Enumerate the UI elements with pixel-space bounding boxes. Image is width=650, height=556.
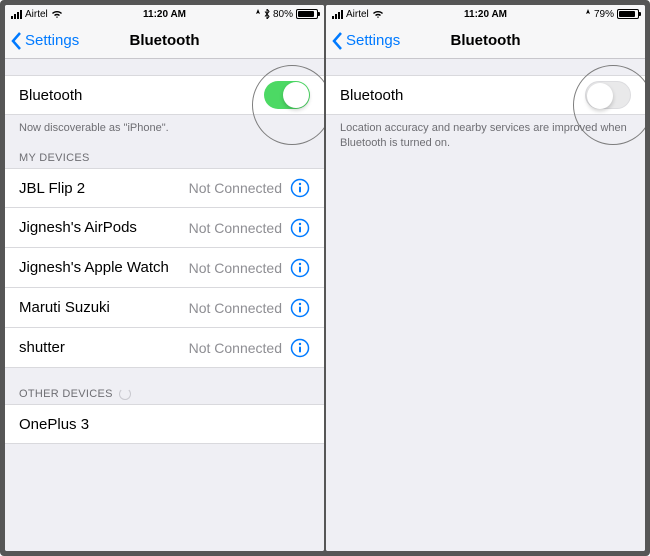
device-status: Not Connected [189, 340, 282, 356]
bluetooth-off-note: Location accuracy and nearby services ar… [326, 115, 645, 162]
clock: 11:20 AM [143, 9, 186, 20]
device-row[interactable]: JBL Flip 2 Not Connected [5, 168, 324, 208]
chevron-left-icon [11, 32, 22, 50]
info-icon [290, 338, 310, 358]
bluetooth-label: Bluetooth [19, 87, 264, 104]
info-icon [290, 218, 310, 238]
device-status: Not Connected [189, 220, 282, 236]
phone-screen-bluetooth-off: Airtel 11:20 AM 79% Settings Bluetooth [326, 5, 645, 551]
device-name: Jignesh's Apple Watch [19, 259, 189, 276]
device-name: OnePlus 3 [19, 416, 310, 433]
phone-screen-bluetooth-on: Airtel 11:20 AM 80% Settings Bluetooth [5, 5, 324, 551]
device-name: Jignesh's AirPods [19, 219, 189, 236]
spinner-icon [119, 388, 131, 400]
nav-bar: Settings Bluetooth [326, 23, 645, 59]
carrier-label: Airtel [25, 9, 48, 20]
info-icon [290, 258, 310, 278]
carrier-label: Airtel [346, 9, 369, 20]
bluetooth-toggle-cell[interactable]: Bluetooth [5, 75, 324, 115]
back-label: Settings [346, 32, 400, 49]
bluetooth-switch[interactable] [585, 81, 631, 109]
device-row[interactable]: Jignesh's AirPods Not Connected [5, 208, 324, 248]
battery-icon [617, 9, 639, 19]
device-name: JBL Flip 2 [19, 180, 189, 197]
signal-icon [11, 10, 22, 19]
device-name: Maruti Suzuki [19, 299, 189, 316]
signal-icon [332, 10, 343, 19]
other-devices-label: OTHER DEVICES [19, 388, 113, 400]
bluetooth-switch[interactable] [264, 81, 310, 109]
info-button[interactable] [290, 298, 310, 318]
device-row[interactable]: Maruti Suzuki Not Connected [5, 288, 324, 328]
page-title: Bluetooth [130, 32, 200, 49]
navigation-icon [255, 9, 261, 19]
info-icon [290, 178, 310, 198]
bluetooth-label: Bluetooth [340, 87, 585, 104]
content-area: Bluetooth Now discoverable as "iPhone". … [5, 59, 324, 551]
info-button[interactable] [290, 258, 310, 278]
chevron-left-icon [332, 32, 343, 50]
wifi-icon [372, 10, 384, 19]
bluetooth-icon [264, 9, 270, 19]
info-icon [290, 298, 310, 318]
status-bar: Airtel 11:20 AM 80% [5, 5, 324, 23]
wifi-icon [51, 10, 63, 19]
device-row[interactable]: shutter Not Connected [5, 328, 324, 368]
device-status: Not Connected [189, 180, 282, 196]
back-button[interactable]: Settings [326, 32, 400, 50]
bluetooth-toggle-cell[interactable]: Bluetooth [326, 75, 645, 115]
other-devices-header: OTHER DEVICES [5, 368, 324, 404]
back-label: Settings [25, 32, 79, 49]
back-button[interactable]: Settings [5, 32, 79, 50]
battery-icon [296, 9, 318, 19]
other-device-row[interactable]: OnePlus 3 [5, 404, 324, 444]
nav-bar: Settings Bluetooth [5, 23, 324, 59]
discoverable-note: Now discoverable as "iPhone". [5, 115, 324, 146]
device-name: shutter [19, 339, 189, 356]
device-row[interactable]: Jignesh's Apple Watch Not Connected [5, 248, 324, 288]
info-button[interactable] [290, 218, 310, 238]
status-bar: Airtel 11:20 AM 79% [326, 5, 645, 23]
battery-percent: 80% [273, 9, 293, 20]
device-status: Not Connected [189, 300, 282, 316]
navigation-icon [585, 9, 591, 19]
content-area: Bluetooth Location accuracy and nearby s… [326, 59, 645, 551]
page-title: Bluetooth [451, 32, 521, 49]
my-devices-header: MY DEVICES [5, 146, 324, 168]
info-button[interactable] [290, 178, 310, 198]
device-status: Not Connected [189, 260, 282, 276]
battery-percent: 79% [594, 9, 614, 20]
clock: 11:20 AM [464, 9, 507, 20]
info-button[interactable] [290, 338, 310, 358]
